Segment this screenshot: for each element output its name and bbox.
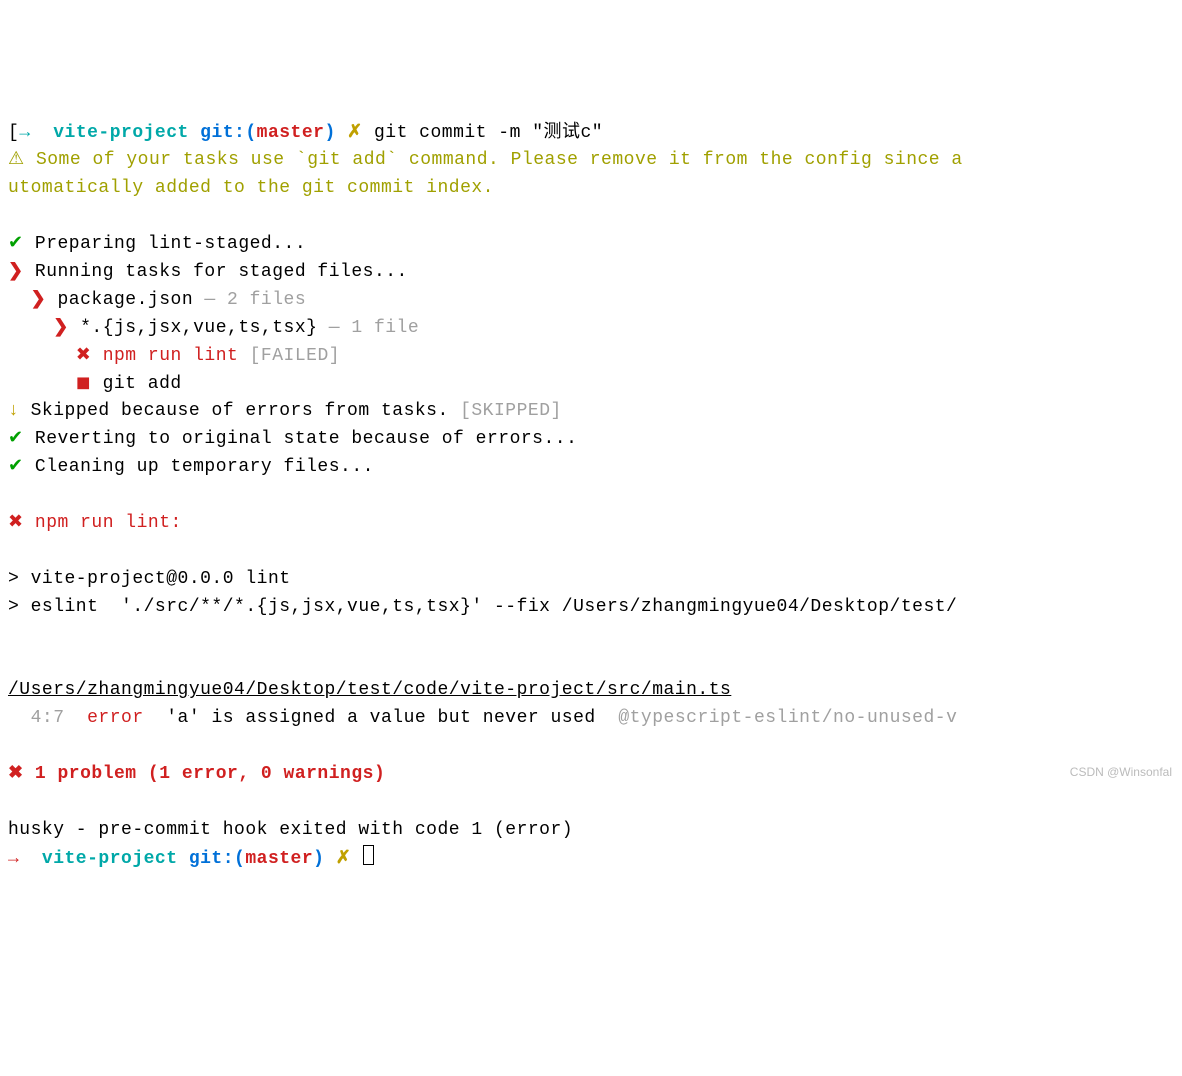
error-level: error [87,708,144,728]
summary-text: 1 problem (1 error, 0 warnings) [35,764,385,784]
warning-line: ⚠ Some of your tasks use `git add` comma… [8,150,963,198]
error-location: 4:7 [8,708,87,728]
cursor-icon [363,845,374,865]
task-preparing: ✔ Preparing lint-staged... [8,234,306,254]
task-meta: [SKIPPED] [449,401,562,421]
problem-summary: ✖ 1 problem (1 error, 0 warnings) [8,764,385,784]
cross-icon: ✖ [8,513,35,533]
check-icon: ✔ [8,429,35,449]
prompt-line-1[interactable]: [→ vite-project git:(master) ✗ git commi… [8,123,603,143]
task-text: *.{js,jsx,vue,ts,tsx} [80,318,317,338]
task-meta: — 1 file [317,318,419,338]
task-skipped: ↓ Skipped because of errors from tasks. … [8,401,562,421]
task-git-add: ◼ git add [8,374,182,394]
task-text: Skipped because of errors from tasks. [31,401,449,421]
cross-icon: ✖ [8,764,35,784]
git-close: ) [324,123,335,143]
fail-header: ✖ npm run lint: [8,513,182,533]
task-meta: — 2 files [193,290,306,310]
task-meta: [FAILED] [238,346,340,366]
prompt-line-2[interactable]: → vite-project git:(master) ✗ [8,849,374,869]
git-branch: master [245,849,313,869]
warning-icon: ⚠ [8,150,36,170]
project-name: vite-project [53,123,189,143]
fail-text: npm run lint: [35,513,182,533]
dirty-mark: ✗ [336,123,374,143]
task-text: Cleaning up temporary files... [35,457,374,477]
terminal-output: [→ vite-project git:(master) ✗ git commi… [8,120,1174,874]
task-package: ❯ package.json — 2 files [8,290,306,310]
error-rule: @typescript-eslint/no-unused-v [618,708,957,728]
task-text: Reverting to original state because of e… [35,429,577,449]
square-icon: ◼ [8,374,103,394]
task-npm-lint: ✖ npm run lint [FAILED] [8,346,340,366]
chevron-icon: ❯ [8,318,80,338]
chevron-icon: ❯ [8,262,35,282]
task-text: npm run lint [103,346,239,366]
watermark: CSDN @Winsonfal [1070,763,1172,782]
task-reverting: ✔ Reverting to original state because of… [8,429,577,449]
bracket: [ [8,123,19,143]
check-icon: ✔ [8,234,35,254]
task-text: Running tasks for staged files... [35,262,408,282]
arrow-icon: → [8,849,42,869]
eslint-file-path: /Users/zhangmingyue04/Desktop/test/code/… [8,680,731,700]
script-line-2: > eslint './src/**/*.{js,jsx,vue,ts,tsx}… [8,597,957,617]
arrow-icon: → [19,123,53,143]
warning-text: Some of your tasks use `git add` command… [8,150,963,198]
task-text: git add [103,374,182,394]
chevron-icon: ❯ [8,290,58,310]
task-text: Preparing lint-staged... [35,234,306,254]
check-icon: ✔ [8,457,35,477]
task-cleaning: ✔ Cleaning up temporary files... [8,457,374,477]
error-message: 'a' is assigned a value but never used [144,708,619,728]
down-arrow-icon: ↓ [8,401,31,421]
task-text: package.json [58,290,194,310]
project-name: vite-project [42,849,178,869]
dirty-mark: ✗ [324,849,362,869]
script-line-1: > vite-project@0.0.0 lint [8,569,291,589]
git-label: git:( [178,849,246,869]
cross-icon: ✖ [8,346,103,366]
husky-error: husky - pre-commit hook exited with code… [8,820,573,840]
task-glob: ❯ *.{js,jsx,vue,ts,tsx} — 1 file [8,318,419,338]
git-close: ) [313,849,324,869]
command-text: git commit -m "测试c" [374,123,603,143]
task-running: ❯ Running tasks for staged files... [8,262,408,282]
git-branch: master [257,123,325,143]
git-label: git:( [189,123,257,143]
eslint-error-line: 4:7 error 'a' is assigned a value but ne… [8,708,957,728]
